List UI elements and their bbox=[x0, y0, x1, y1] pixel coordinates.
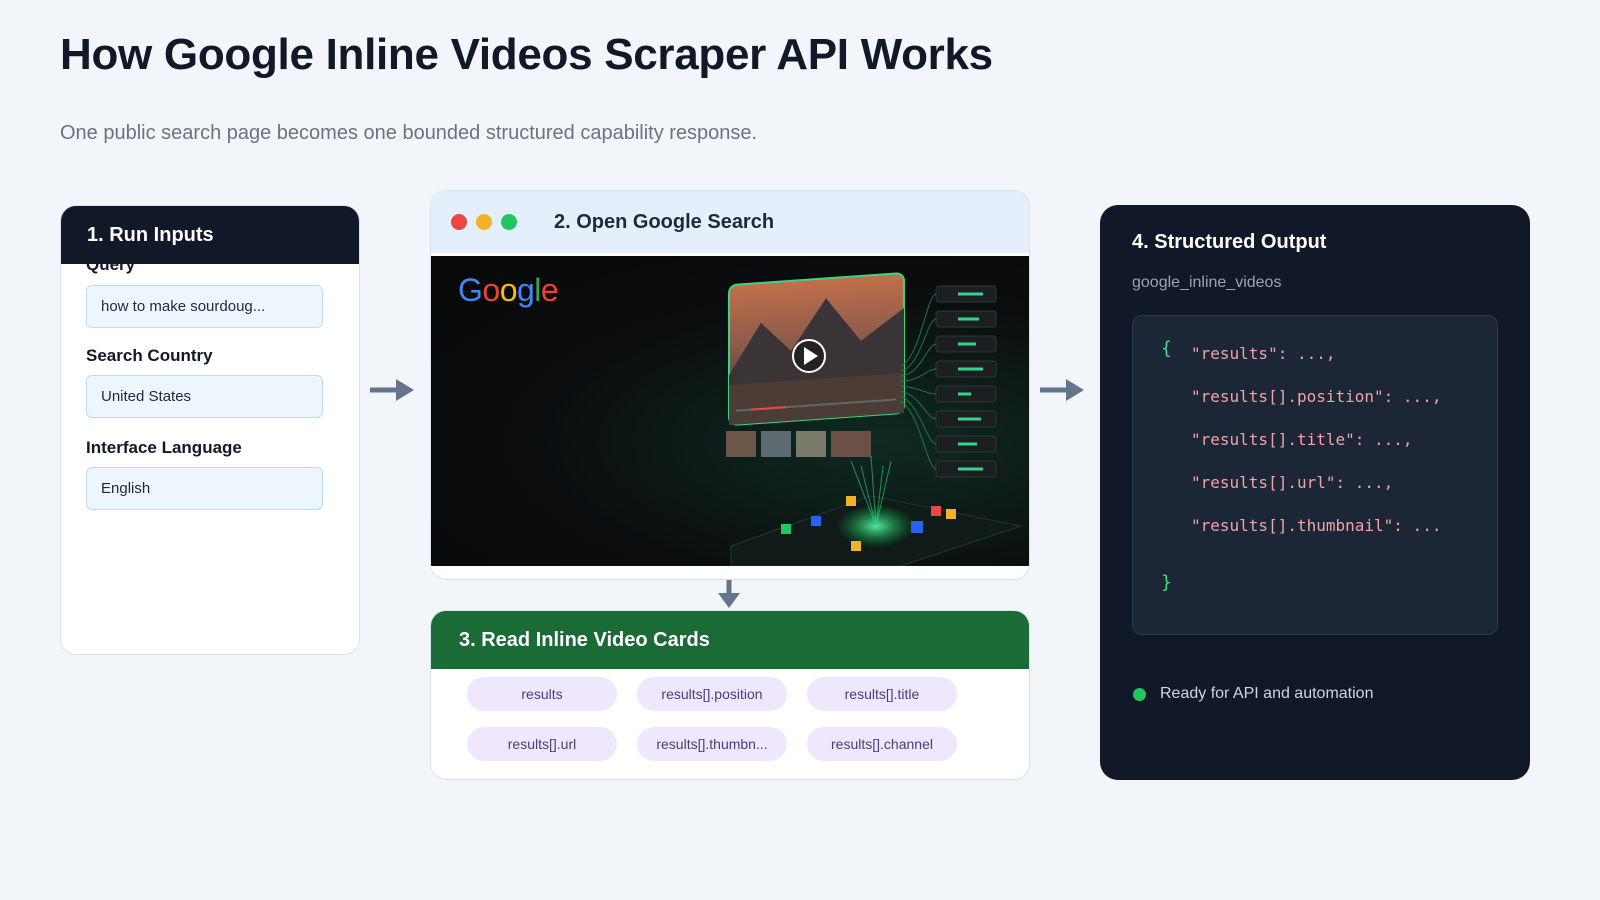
field-chip: results[].url bbox=[467, 727, 617, 761]
maximize-window-dot bbox=[501, 214, 517, 230]
code-line: "results[].url": ..., bbox=[1191, 473, 1394, 492]
code-line: "results": ..., bbox=[1191, 344, 1336, 363]
close-brace: } bbox=[1161, 572, 1172, 593]
browser-titlebar: 2. Open Google Search bbox=[431, 191, 1029, 253]
open-google-search-card: 2. Open Google Search Google bbox=[430, 190, 1030, 580]
code-line: "results[].title": ..., bbox=[1191, 430, 1413, 449]
video-illustration-graphic bbox=[726, 272, 1023, 566]
field-chip: results[].position bbox=[637, 677, 787, 711]
read-inline-video-cards-card: 3. Read Inline Video Cards results resul… bbox=[430, 610, 1030, 780]
search-country-label: Search Country bbox=[86, 346, 213, 365]
query-input[interactable]: how to make sourdoug... bbox=[86, 285, 323, 328]
open-google-search-title: 2. Open Google Search bbox=[554, 210, 775, 233]
run-inputs-body: Query how to make sourdoug... Search Cou… bbox=[61, 264, 359, 654]
close-window-dot bbox=[451, 214, 467, 230]
code-line: "results[].position": ..., bbox=[1191, 387, 1442, 406]
minimize-window-dot bbox=[476, 214, 492, 230]
field-chip: results[].channel bbox=[807, 727, 957, 761]
interface-language-input[interactable]: English bbox=[86, 467, 323, 510]
output-name: google_inline_videos bbox=[1132, 274, 1282, 291]
arrow-right-icon bbox=[1040, 379, 1084, 401]
field-chip: results bbox=[467, 677, 617, 711]
query-label: Query bbox=[86, 264, 136, 274]
run-inputs-card: 1. Run Inputs Query how to make sourdoug… bbox=[60, 205, 360, 655]
read-inline-video-cards-title: 3. Read Inline Video Cards bbox=[431, 611, 1029, 669]
field-chip: results[].thumbn... bbox=[637, 727, 787, 761]
open-brace: { bbox=[1161, 338, 1172, 359]
page-title: How Google Inline Videos Scraper API Wor… bbox=[60, 30, 993, 79]
structured-output-card: 4. Structured Output google_inline_video… bbox=[1100, 205, 1530, 780]
search-illustration: Google bbox=[431, 256, 1029, 566]
search-country-input[interactable]: United States bbox=[86, 375, 323, 418]
run-inputs-title: 1. Run Inputs bbox=[61, 206, 359, 264]
page-subtitle: One public search page becomes one bound… bbox=[60, 122, 758, 144]
code-line: "results[].thumbnail": ... bbox=[1191, 516, 1442, 535]
arrow-down-icon bbox=[718, 580, 740, 608]
structured-output-title: 4. Structured Output bbox=[1132, 231, 1327, 253]
arrow-right-icon bbox=[370, 379, 414, 401]
status-indicator-dot bbox=[1133, 688, 1146, 701]
field-chip: results[].title bbox=[807, 677, 957, 711]
status-text: Ready for API and automation bbox=[1160, 685, 1374, 702]
json-code-block: { "results": ..., "results[].position": … bbox=[1132, 315, 1498, 635]
interface-language-label: Interface Language bbox=[86, 438, 242, 457]
